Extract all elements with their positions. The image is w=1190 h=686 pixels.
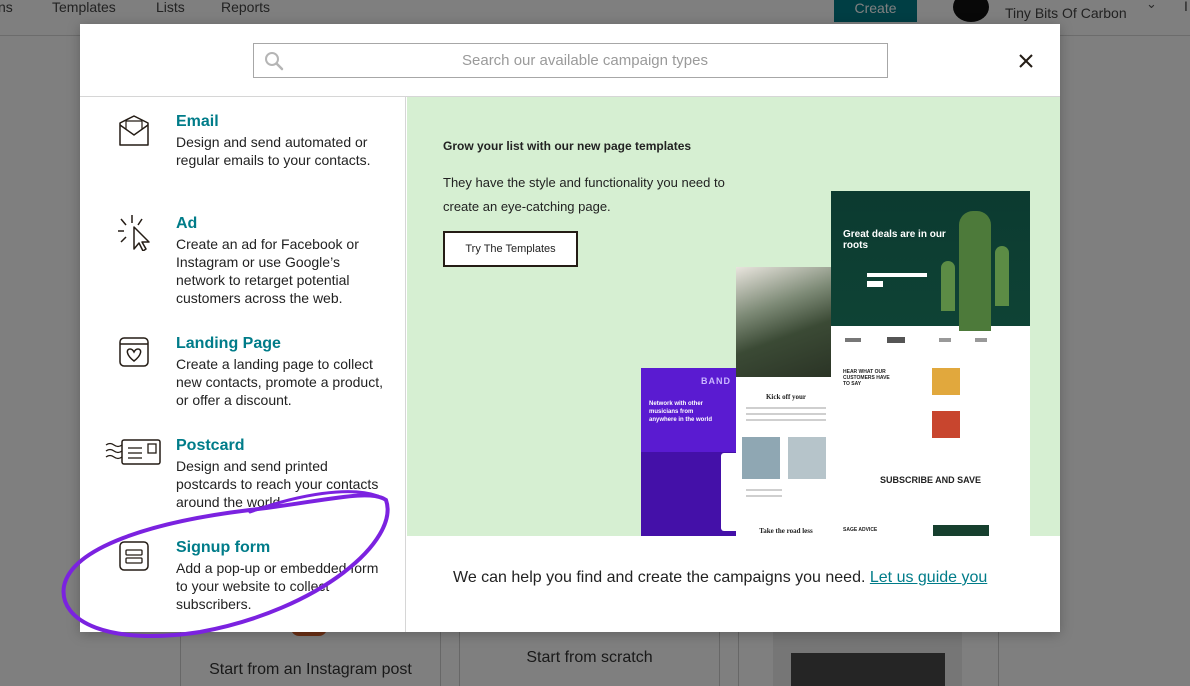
close-icon[interactable] [1016,51,1036,71]
type-title: Postcard [176,437,245,454]
mock-avatar [932,368,960,395]
mock-heading: Kick off your [765,393,807,401]
mock-text-line [746,413,826,415]
type-landing-page[interactable]: Landing Page Create a landing page to co… [80,335,406,415]
modal-footer: We can help you find and create the camp… [407,536,1060,632]
mock-cactus [995,246,1009,306]
form-icon [119,541,149,571]
template-preview-cactus: Great deals are in our roots HEAR WHAT O… [831,191,1030,536]
type-signup-form[interactable]: Signup form Add a pop-up or embedded for… [80,539,406,619]
heart-page-icon [119,337,149,367]
template-preview-band: BAND Network with other musicians from a… [641,368,746,536]
campaign-type-modal: Email Design and send automated or regul… [80,24,1060,632]
type-postcard[interactable]: Postcard Design and send printed postcar… [80,437,406,517]
type-description: Add a pop-up or embedded form to your we… [176,560,379,612]
promo-panel: Grow your list with our new page templat… [407,97,1060,536]
campaign-type-list: Email Design and send automated or regul… [80,97,406,632]
mock-avatar [932,411,960,438]
mock-heading: Take the road less [759,527,813,535]
mock-field [867,273,927,277]
cursor-click-icon [118,215,150,251]
type-email[interactable]: Email Design and send automated or regul… [80,113,406,193]
type-description: Design and send printed postcards to rea… [176,458,379,510]
footer-text: We can help you find and create the camp… [453,569,866,586]
type-title: Ad [176,215,198,232]
type-description: Create a landing page to collect new con… [176,356,383,408]
mock-text-line [746,489,782,491]
mock-quote-heading: HEAR WHAT OUR CUSTOMERS HAVE TO SAY [843,369,890,387]
mock-headline: Network with other musicians from anywhe… [649,401,713,423]
mock-text-line [746,407,826,409]
mock-brand: BAND [701,376,731,386]
mock-logo-row [845,337,987,343]
mock-button [867,281,883,287]
type-description: Design and send automated or regular ema… [176,134,371,168]
modal-header [80,24,1060,97]
guide-link[interactable]: Let us guide you [870,569,987,586]
mock-cactus [941,261,955,311]
mock-text-line [746,495,782,497]
footer-message: We can help you find and create the camp… [453,569,987,587]
mock-advice-heading: SAGE ADVICE [843,527,878,533]
promo-title: Grow your list with our new page templat… [443,139,692,153]
mock-cactus [959,211,991,331]
type-title: Signup form [176,539,271,556]
type-description: Create an ad for Facebook or Instagram o… [176,236,359,306]
mock-photo [736,267,836,377]
promo-description: They have the style and functionality yo… [443,175,725,214]
mock-thumbnail [788,437,826,479]
search-input[interactable] [290,44,880,77]
mock-thumbnail [742,437,780,479]
search-icon [265,52,284,71]
search-box[interactable] [253,43,888,78]
mock-text-line [746,419,826,421]
try-templates-button[interactable]: Try The Templates [443,231,578,267]
type-title: Landing Page [176,335,281,352]
mock-subscribe-heading: SUBSCRIBE AND SAVE [879,475,981,485]
type-ad[interactable]: Ad Create an ad for Facebook or Instagra… [80,215,406,315]
postcard-icon [105,439,161,465]
mock-hero-title: Great deals are in our roots [843,229,946,251]
template-preview-hiking: Kick off your Take the road less [736,267,836,536]
envelope-icon [119,115,149,146]
type-title: Email [176,113,219,130]
mock-plant-photo [933,525,989,536]
